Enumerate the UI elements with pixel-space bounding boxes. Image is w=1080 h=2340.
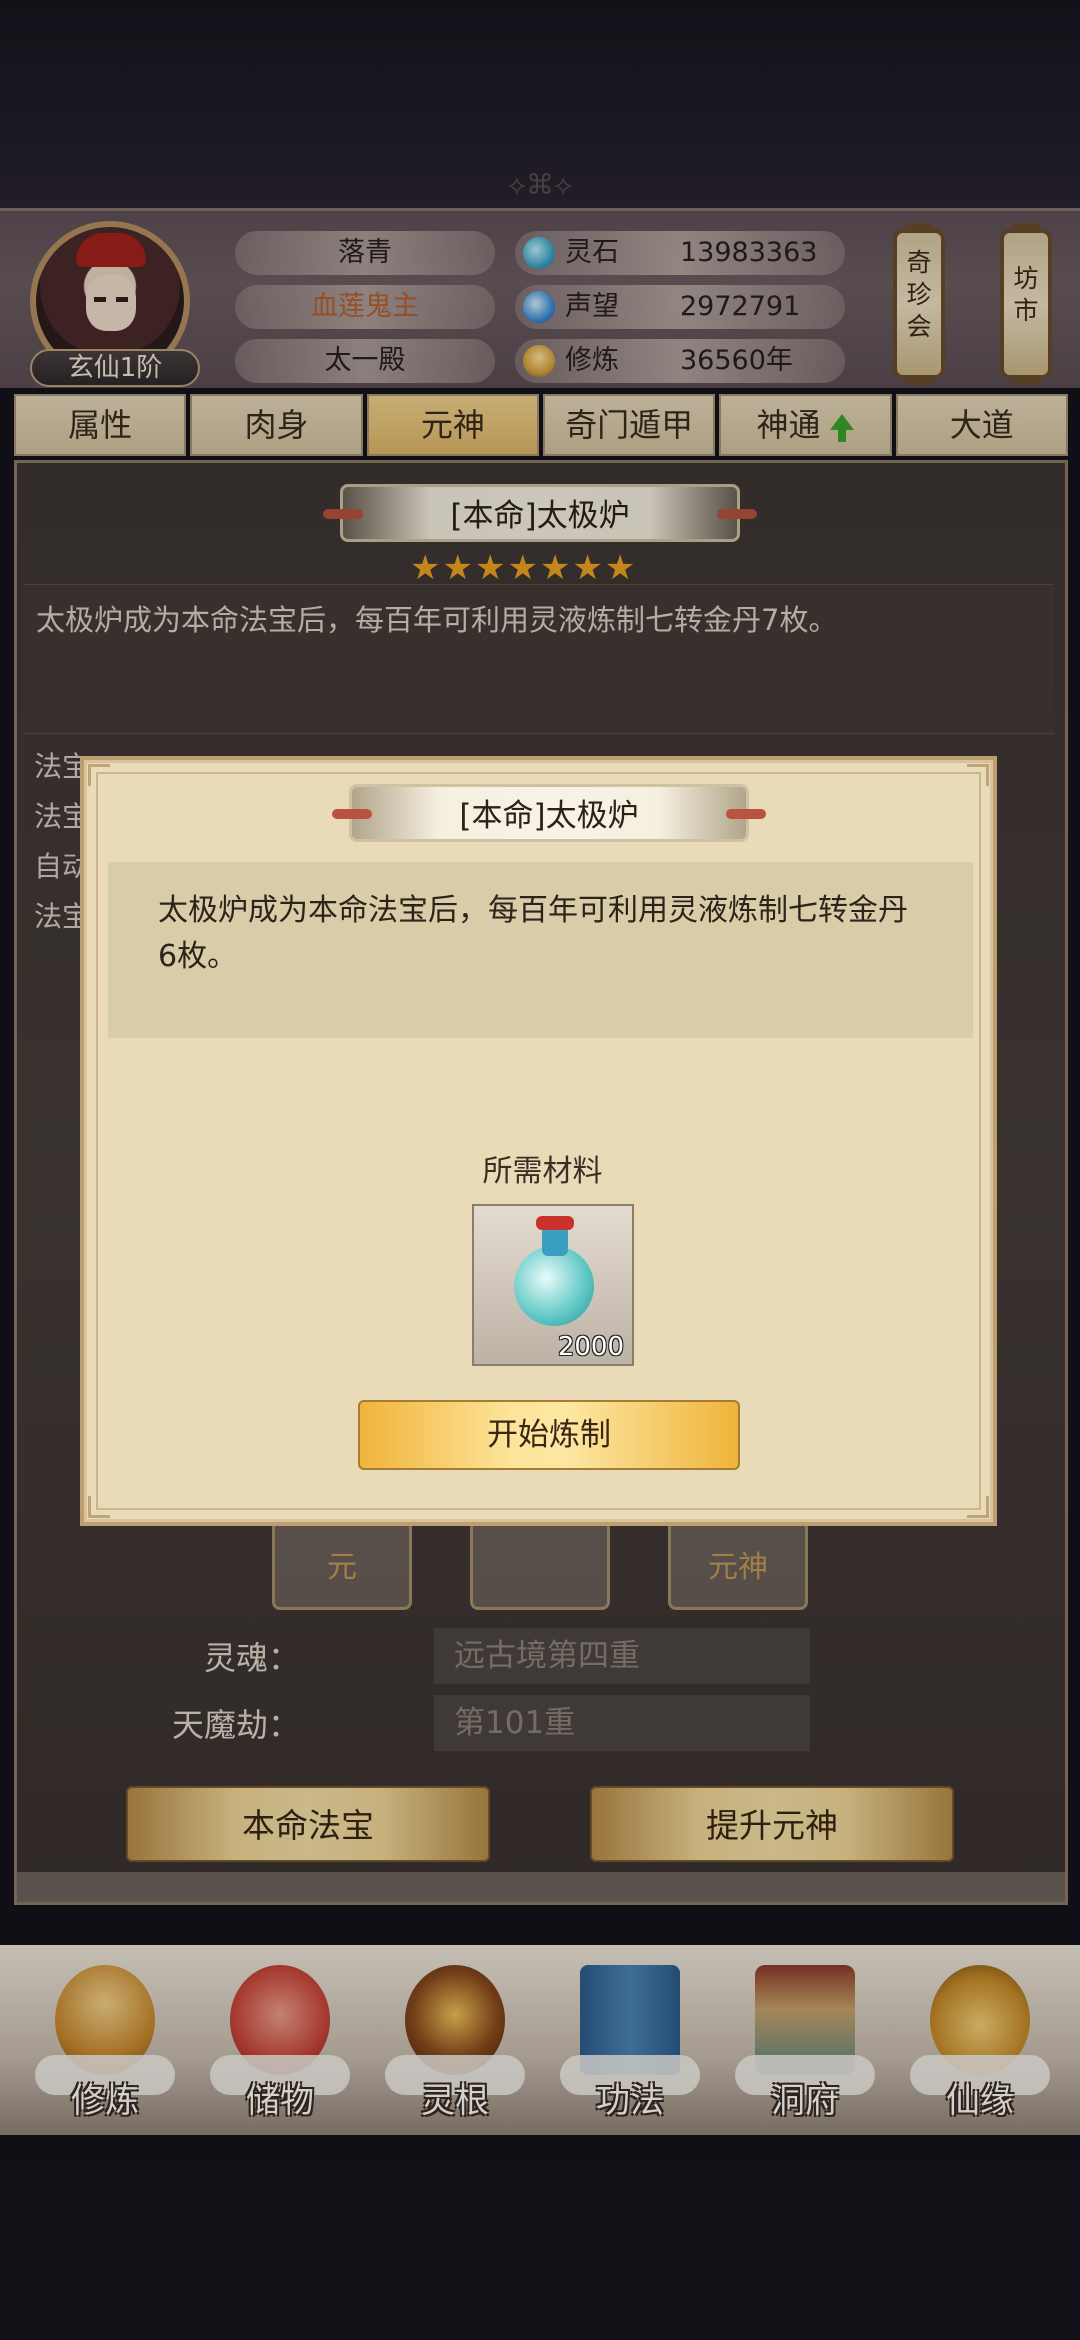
bottle-neck: [542, 1226, 568, 1256]
spirit-liquid-bottle-icon: [514, 1246, 594, 1326]
material-quantity: 2000: [557, 1332, 624, 1362]
corner-ornament: [88, 1496, 110, 1518]
dialog-title-ribbon: [本命]太极炉: [332, 784, 766, 842]
corner-ornament: [967, 764, 989, 786]
corner-ornament: [967, 1496, 989, 1518]
dialog-title: [本命]太极炉: [459, 798, 639, 834]
material-slot[interactable]: 2000: [472, 1204, 634, 1366]
corner-ornament: [88, 764, 110, 786]
refine-dialog: [本命]太极炉 太极炉成为本命法宝后，每百年可利用灵液炼制七转金丹6枚。 所需材…: [80, 756, 997, 1526]
start-refine-button[interactable]: 开始炼制: [358, 1400, 740, 1470]
bottle-cap: [536, 1216, 574, 1230]
ribbon-rod: [726, 809, 766, 819]
ribbon-rod: [332, 809, 372, 819]
required-materials-label: 所需材料: [482, 1154, 603, 1189]
dialog-description: 太极炉成为本命法宝后，每百年可利用灵液炼制七转金丹6枚。: [108, 862, 973, 1038]
